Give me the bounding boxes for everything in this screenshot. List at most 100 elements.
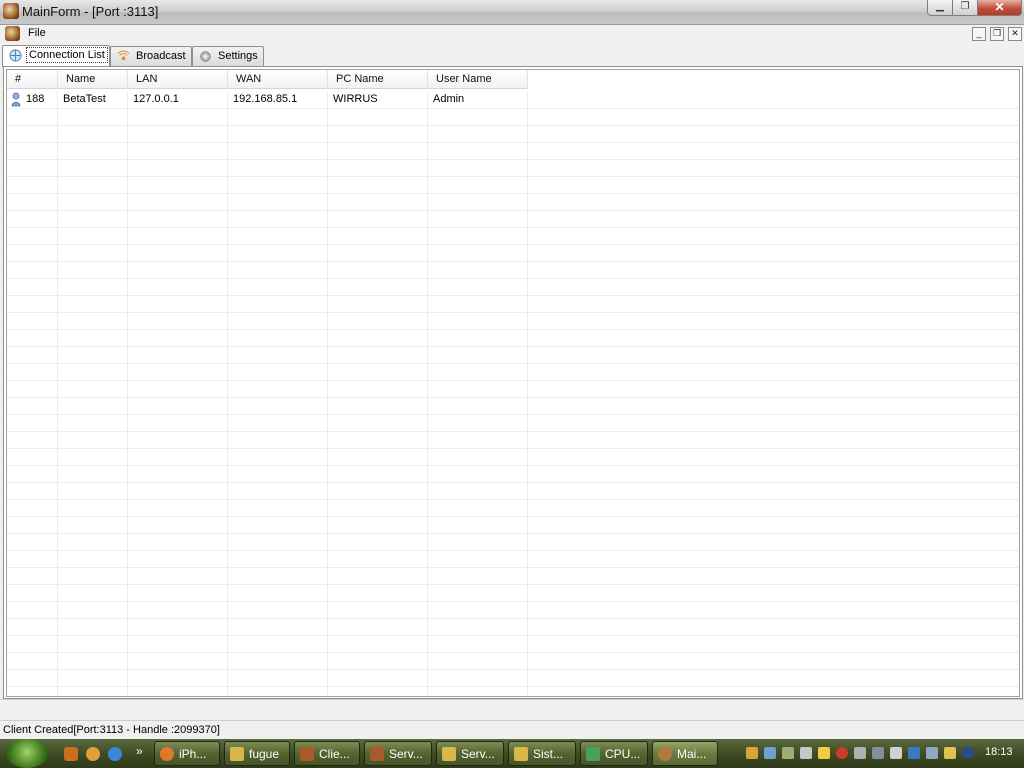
empty-row	[7, 159, 1019, 177]
firefox-icon	[160, 747, 174, 761]
close-button[interactable]: ✕	[977, 0, 1022, 16]
empty-row	[7, 329, 1019, 347]
empty-row	[7, 550, 1019, 568]
cell-user-name: Admin	[433, 93, 465, 105]
network-icon	[9, 49, 22, 62]
cpu-monitor-icon	[586, 747, 600, 761]
empty-row	[7, 346, 1019, 364]
minimize-button[interactable]: ▁	[927, 0, 953, 16]
empty-row	[7, 686, 1019, 696]
empty-row	[7, 448, 1019, 466]
empty-row	[7, 261, 1019, 279]
empty-row	[7, 278, 1019, 296]
gear-icon	[200, 51, 211, 62]
column-header-name[interactable]: Name	[58, 70, 128, 89]
taskbar-item-label: Clie...	[319, 747, 350, 761]
empty-row	[7, 669, 1019, 687]
log-strip	[0, 699, 1024, 718]
user-icon	[11, 92, 21, 107]
tray-display-icon[interactable]	[800, 747, 812, 759]
quick-launch-media-icon[interactable]	[86, 747, 100, 761]
taskbar-item[interactable]: CPU...	[580, 741, 648, 766]
window-title: MainForm - [Port :3113]	[22, 4, 159, 19]
taskbar-item[interactable]: Sist...	[508, 741, 576, 766]
tray-chat-icon[interactable]	[854, 747, 866, 759]
empty-row	[7, 482, 1019, 500]
volume-icon[interactable]	[890, 747, 902, 759]
empty-row	[7, 363, 1019, 381]
mdi-minimize-button[interactable]: _	[972, 27, 986, 41]
mdi-restore-button[interactable]: ❐	[990, 27, 1004, 41]
tray-monitor-icon[interactable]	[908, 747, 920, 759]
cell-id: 188	[26, 93, 45, 105]
taskbar-item-label: CPU...	[605, 747, 641, 761]
maximize-button[interactable]: ❐	[952, 0, 978, 16]
tray-app-icon[interactable]	[746, 747, 758, 759]
taskbar-item-label: iPh...	[179, 747, 207, 761]
empty-row	[7, 499, 1019, 517]
taskbar-item[interactable]: Clie...	[294, 741, 360, 766]
quick-launch-more-button[interactable]: »	[136, 744, 143, 758]
empty-row	[7, 533, 1019, 551]
empty-row	[7, 618, 1019, 636]
broadcast-icon	[117, 50, 130, 61]
tray-alert-icon[interactable]	[836, 747, 848, 759]
empty-row	[7, 227, 1019, 245]
taskbar-item[interactable]: Serv...	[364, 741, 432, 766]
empty-row	[7, 380, 1019, 398]
column-header-pc-name[interactable]: PC Name	[328, 70, 428, 89]
title-bar: MainForm - [Port :3113] ▁ ❐ ✕	[0, 0, 1024, 25]
empty-row	[7, 244, 1019, 262]
mdi-close-button[interactable]: ✕	[1008, 27, 1022, 41]
status-bar: Client Created[Port:3113 - Handle :20993…	[0, 720, 1024, 740]
tab-settings[interactable]: Settings	[192, 46, 264, 66]
empty-row	[7, 465, 1019, 483]
tab-label: Connection List	[26, 47, 108, 63]
tray-device-icon[interactable]	[872, 747, 884, 759]
server-app-icon	[370, 747, 384, 761]
taskbar-item-label: Sist...	[533, 747, 564, 761]
tray-network2-icon[interactable]	[926, 747, 938, 759]
tab-connection-list[interactable]: Connection List	[2, 45, 110, 67]
menu-file[interactable]: File	[26, 26, 48, 40]
empty-row	[7, 312, 1019, 330]
taskbar-item[interactable]: fugue	[224, 741, 290, 766]
tray-security-icon[interactable]	[962, 747, 974, 759]
cell-lan: 127.0.0.1	[133, 93, 179, 105]
connection-table[interactable]: # Name LAN WAN PC Name User Name 188 Bet…	[6, 69, 1020, 697]
cell-wan: 192.168.85.1	[233, 93, 298, 105]
quick-launch-app-icon[interactable]	[64, 747, 78, 761]
status-text: Client Created[Port:3113 - Handle :20993…	[3, 724, 220, 736]
internet-explorer-icon[interactable]	[108, 747, 122, 761]
cell-name: BetaTest	[63, 93, 106, 105]
column-header-lan[interactable]: LAN	[128, 70, 228, 89]
tray-network-icon[interactable]	[764, 747, 776, 759]
app-icon[interactable]	[3, 3, 19, 19]
tab-label: Broadcast	[136, 50, 186, 62]
taskbar-item[interactable]: Serv...	[436, 741, 504, 766]
clock[interactable]: 18:13	[985, 746, 1013, 758]
empty-row	[7, 176, 1019, 194]
start-button[interactable]	[6, 739, 48, 768]
menu-bar: File _ ❐ ✕	[0, 25, 1024, 43]
column-header-user-name[interactable]: User Name	[428, 70, 528, 89]
taskbar-item-label: Serv...	[389, 747, 423, 761]
taskbar-item-active[interactable]: Mai...	[652, 741, 718, 766]
tab-broadcast[interactable]: Broadcast	[110, 46, 192, 66]
taskbar: » iPh... fugue Clie... Serv... Serv... S…	[0, 739, 1024, 768]
taskbar-item[interactable]: iPh...	[154, 741, 220, 766]
mdi-child-icon[interactable]	[5, 26, 20, 41]
empty-row	[7, 193, 1019, 211]
tray-wifi-icon[interactable]	[782, 747, 794, 759]
table-header: # Name LAN WAN PC Name User Name	[7, 70, 528, 90]
empty-row	[7, 601, 1019, 619]
empty-row	[7, 125, 1019, 143]
column-header-id[interactable]: #	[7, 70, 58, 89]
tray-star-icon[interactable]	[818, 747, 830, 759]
column-header-wan[interactable]: WAN	[228, 70, 328, 89]
table-row[interactable]: 188 BetaTest 127.0.0.1 192.168.85.1 WIRR…	[7, 91, 1019, 109]
folder-icon	[230, 747, 244, 761]
empty-row	[7, 567, 1019, 585]
folder-icon	[442, 747, 456, 761]
tray-tool-icon[interactable]	[944, 747, 956, 759]
